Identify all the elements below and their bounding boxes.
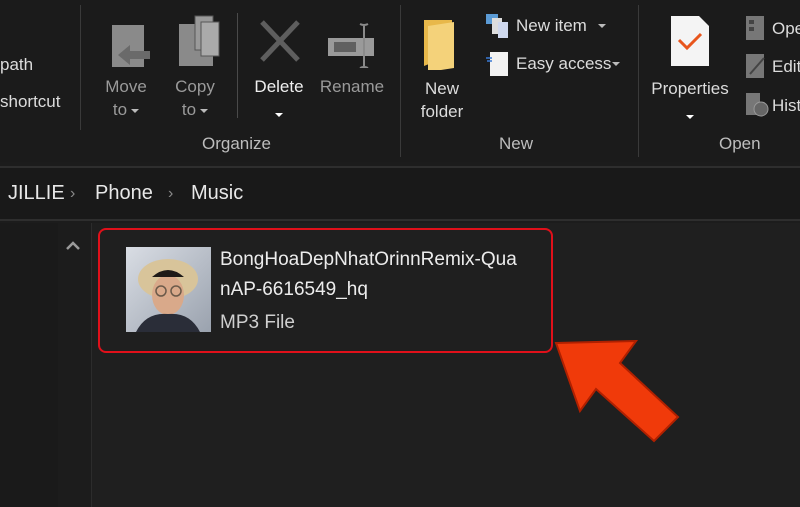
breadcrumb-jillie[interactable]: JILLIE	[8, 182, 65, 205]
rename-label: Rename	[319, 77, 385, 96]
chevron-right-icon[interactable]: ›	[70, 185, 75, 203]
open-button[interactable]: Ope	[744, 14, 800, 42]
open-icon	[746, 16, 764, 40]
new-item-icon	[486, 14, 508, 38]
copy-to-icon	[179, 15, 220, 66]
edit-label: Edit	[772, 57, 800, 76]
new-folder-label-2: folder	[420, 102, 464, 121]
move-to-label-1: Move	[105, 77, 147, 96]
dropdown-caret-icon	[598, 24, 606, 28]
new-group-label: New	[499, 134, 534, 153]
dropdown-caret-icon	[200, 108, 209, 113]
divider	[638, 5, 639, 157]
dropdown-caret-icon	[612, 62, 620, 66]
move-to-button[interactable]: Move to	[96, 10, 156, 125]
navigation-pane	[0, 223, 58, 507]
dropdown-caret-icon	[686, 108, 694, 126]
chevron-right-icon[interactable]: ›	[168, 185, 173, 203]
history-label: Hist	[772, 96, 800, 115]
copy-to-label-1: Copy	[175, 77, 215, 96]
scroll-up-icon[interactable]	[65, 241, 81, 251]
rename-button[interactable]: Rename	[316, 10, 388, 125]
divider	[237, 13, 238, 118]
edit-icon	[746, 54, 765, 78]
copy-to-button[interactable]: Copy to	[165, 10, 225, 125]
dropdown-caret-icon	[131, 108, 140, 113]
open-label: Ope	[772, 19, 800, 38]
folder-icon	[424, 20, 454, 70]
address-bar[interactable]: JILLIE › Phone › Music	[0, 166, 800, 221]
easy-access-label: Easy access	[516, 54, 612, 73]
new-folder-label-1: New	[424, 79, 459, 98]
move-to-label-text: to	[112, 100, 128, 119]
organize-group-label: Organize	[202, 134, 271, 153]
easy-access-icon	[486, 52, 508, 76]
new-item-button[interactable]: New item	[484, 12, 614, 38]
breadcrumb-music[interactable]: Music	[191, 182, 243, 205]
delete-x-icon	[260, 20, 300, 62]
move-to-icon	[112, 25, 150, 67]
pointer-arrow-icon	[554, 339, 680, 443]
file-name-line-1: BongHoaDepNhatOrinnRemix-Qua	[220, 249, 517, 270]
breadcrumb-phone[interactable]: Phone	[95, 182, 153, 205]
properties-button[interactable]: Properties	[645, 12, 735, 124]
divider	[80, 5, 81, 130]
file-type: MP3 File	[220, 312, 295, 333]
properties-label: Properties	[651, 79, 729, 98]
copy-to-label-2: to	[165, 98, 225, 121]
paste-shortcut-button[interactable]: shortcut	[0, 90, 60, 113]
album-art-thumbnail	[126, 247, 211, 332]
history-button[interactable]: Hist	[744, 91, 800, 119]
copy-path-button[interactable]: path	[0, 53, 33, 76]
history-icon	[746, 93, 769, 117]
dropdown-caret-icon	[275, 106, 283, 124]
new-folder-button[interactable]: New folder	[412, 12, 472, 124]
new-item-label: New item	[516, 16, 587, 35]
file-item-highlighted[interactable]: BongHoaDepNhatOrinnRemix-Qua nAP-6616549…	[98, 228, 553, 353]
delete-button[interactable]: Delete	[248, 10, 310, 125]
divider	[400, 5, 401, 157]
copy-to-label-text: to	[181, 100, 197, 119]
delete-label: Delete	[254, 77, 304, 96]
rename-icon	[328, 23, 374, 68]
open-group-label: Open	[719, 134, 761, 153]
properties-icon	[671, 16, 709, 66]
file-name-line-2: nAP-6616549_hq	[220, 279, 368, 300]
easy-access-button[interactable]: Easy access	[484, 50, 629, 78]
move-to-label-2: to	[96, 98, 156, 121]
nav-scrollbar[interactable]	[58, 223, 92, 507]
edit-button[interactable]: Edit	[744, 52, 800, 80]
